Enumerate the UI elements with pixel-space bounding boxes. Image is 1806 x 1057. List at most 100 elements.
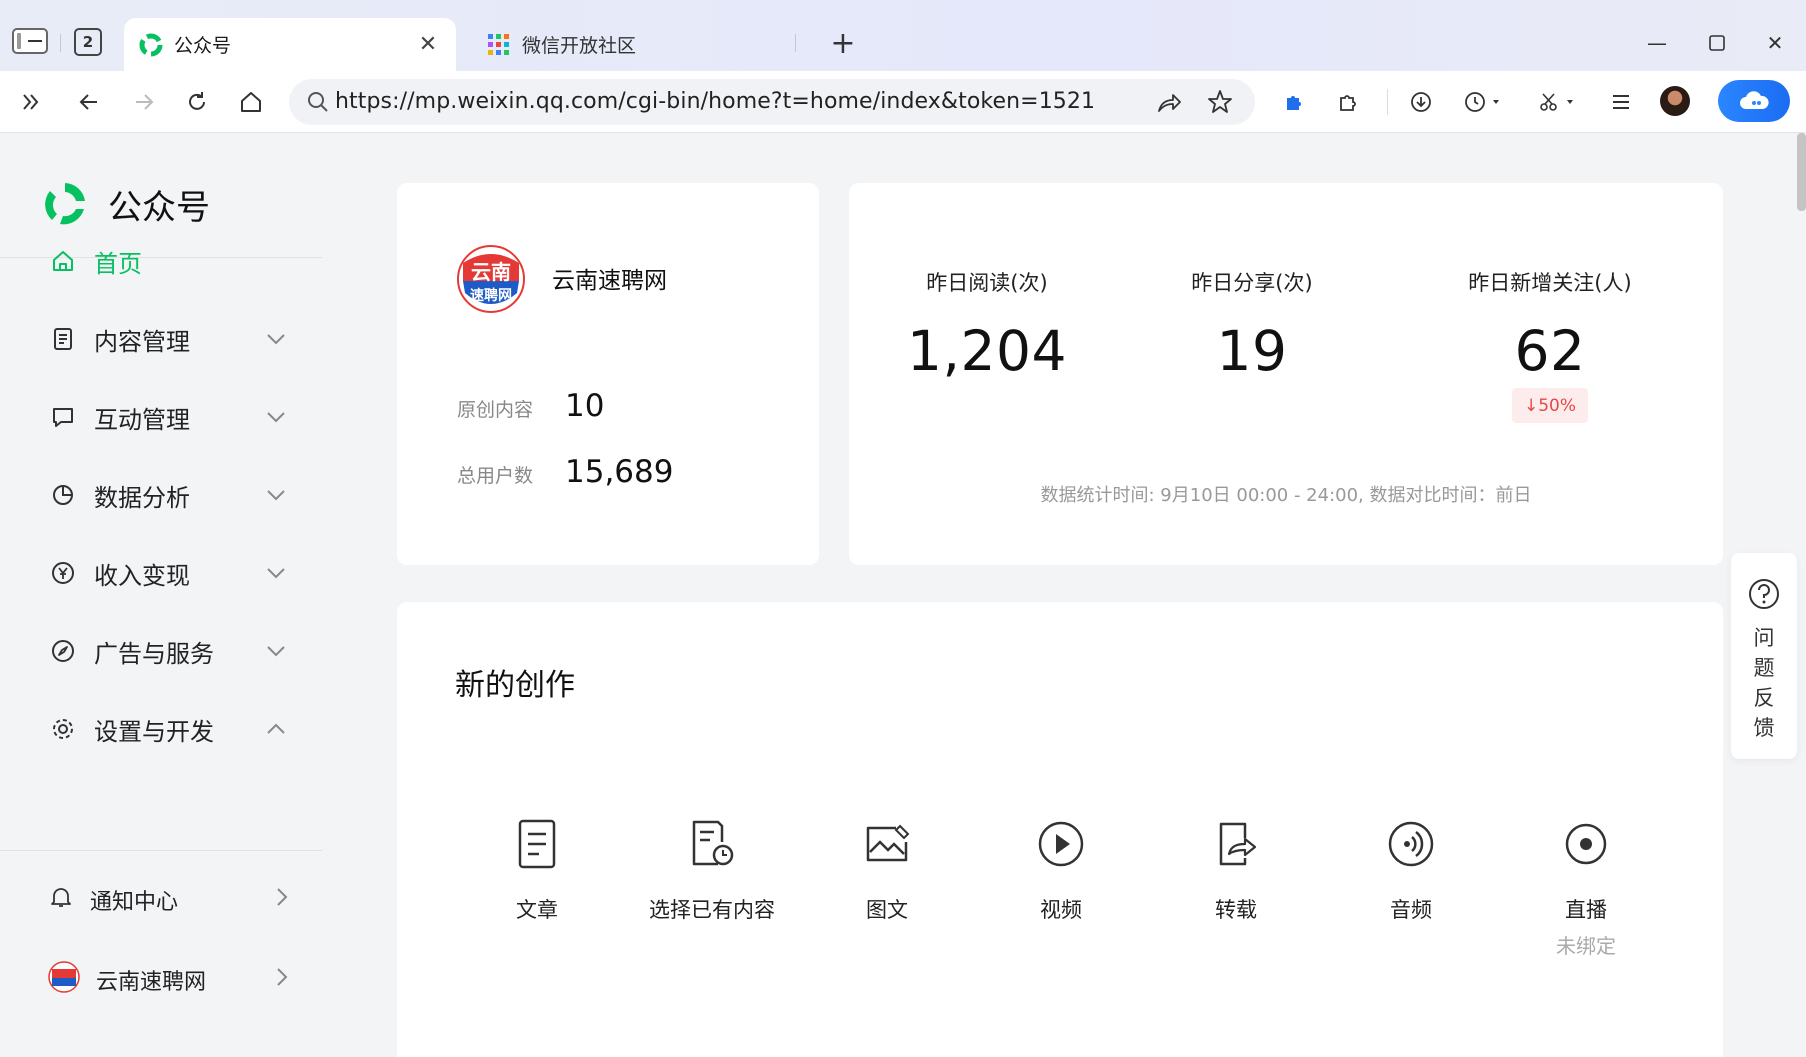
stat-yesterday-reads[interactable]: 昨日阅读(次) 1,204 [867,267,1107,383]
close-window-icon[interactable]: ✕ [1758,26,1792,60]
tab-title: 公众号 [174,35,232,57]
sidebar-item-label: 数据分析 [94,483,190,512]
sidebar-item-label: 设置与开发 [94,717,214,746]
original-content-label: 原创内容 [457,399,534,421]
account-card: 云南 速聘网 云南速聘网 原创内容 10 总用户数 15,689 [397,183,819,565]
address-bar[interactable]: https://mp.weixin.qq.com/cgi-bin/home?t=… [289,79,1255,125]
user-avatar[interactable] [1660,86,1690,116]
play-circle-icon [1031,814,1091,874]
wechat-mp-favicon-icon [138,32,164,58]
sidebar-item-home[interactable]: 首页 [48,239,288,283]
logo-text-top: 云南 [471,260,511,284]
pie-chart-icon [48,480,78,510]
new-tab-plus-icon[interactable]: + [826,26,860,61]
tab-count-label: 2 [82,33,94,51]
extensions-icon[interactable] [1330,83,1368,121]
scissors-screenshot-icon[interactable] [1532,83,1582,121]
stat-value: 1,204 [907,319,1067,383]
create-article-button[interactable]: 文章 [452,814,622,924]
share-icon[interactable] [1149,83,1187,125]
back-arrow-icon[interactable] [70,83,108,121]
sidebar-item-data-analysis[interactable]: 数据分析 [48,473,288,517]
cloud-icon [1740,91,1769,109]
original-content-value[interactable]: 10 [565,388,604,424]
maximize-icon[interactable] [1700,26,1734,60]
stat-yesterday-new-followers[interactable]: 昨日新增关注(人) 62 [1430,267,1670,383]
chevron-up-icon [264,717,288,741]
chevron-right-icon [276,887,288,913]
chevron-down-icon [264,483,288,507]
chevron-right-icon [276,967,288,993]
sidebar-toggle-icon[interactable] [12,28,48,54]
create-existing-content-button[interactable]: 选择已有内容 [627,814,797,924]
cloud-sync-button[interactable] [1718,80,1790,122]
stats-card: 昨日阅读(次) 1,204 昨日分享(次) 19 昨日新增关注(人) 62 ↓5… [849,183,1723,565]
create-repost-button[interactable]: 转载 [1151,814,1321,924]
extension-puzzle-active-icon[interactable] [1276,83,1314,121]
stat-yesterday-shares[interactable]: 昨日分享(次) 19 [1132,267,1372,383]
page-scrollbar[interactable] [1797,133,1806,211]
sidebar-item-notifications[interactable]: 通知中心 [48,878,288,922]
sidebar-item-label: 通知中心 [90,890,179,915]
sidebar-item-settings-dev[interactable]: 设置与开发 [48,707,288,751]
account-name[interactable]: 云南速聘网 [552,261,667,295]
tab-weixin-open-community[interactable]: 微信开放社区 [472,18,792,71]
forward-arrow-icon[interactable] [125,83,163,121]
sidebar-item-ads-services[interactable]: 广告与服务 [48,629,288,673]
menu-hamburger-icon[interactable] [1602,83,1640,121]
document-icon [48,324,78,354]
sidebar-item-label: 云南速聘网 [96,970,207,995]
tab-gongzhonghao[interactable]: 公众号 ✕ [124,18,456,71]
open-community-favicon-icon [486,32,512,58]
home-icon [48,246,78,276]
total-users-row: 总用户数 15,689 [457,454,673,490]
create-video-button[interactable]: 视频 [976,814,1146,924]
tab-count-button[interactable]: 2 [74,28,102,56]
tab-title: 微信开放社区 [522,35,637,57]
home-page-icon[interactable] [232,83,270,121]
create-item-label: 图文 [866,898,908,922]
feedback-char: 题 [1753,656,1775,680]
image-text-icon [857,814,917,874]
sidebar-item-account[interactable]: 云南速聘网 [48,958,288,1002]
download-icon[interactable] [1402,83,1440,121]
brand[interactable]: 公众号 [40,179,210,229]
url-text[interactable]: https://mp.weixin.qq.com/cgi-bin/home?t=… [335,79,1095,125]
account-logo[interactable]: 云南 速聘网 [457,245,525,313]
minimize-icon[interactable]: — [1640,26,1674,60]
tab-close-icon[interactable]: ✕ [414,31,442,59]
tab-separator [795,34,796,52]
double-chevron-right-icon[interactable] [12,83,50,121]
existing-content-icon [682,814,742,874]
chevron-down-icon [264,639,288,663]
feedback-button[interactable]: 问 题 反 馈 [1731,553,1797,759]
tab-separator [60,34,61,52]
stat-label: 昨日分享(次) [1191,271,1313,295]
total-users-value[interactable]: 15,689 [565,454,673,490]
create-live-button[interactable]: 直播 未绑定 [1501,814,1671,959]
chat-bubble-icon [48,402,78,432]
search-icon [299,83,337,125]
total-users-label: 总用户数 [457,465,534,487]
sidebar-item-monetization[interactable]: 收入变现 [48,551,288,595]
create-item-status: 未绑定 [1556,934,1616,958]
reload-icon[interactable] [178,83,216,121]
gear-icon [48,714,78,744]
account-avatar [48,961,80,999]
sidebar-item-interaction[interactable]: 互动管理 [48,395,288,439]
article-icon [507,814,567,874]
brand-name: 公众号 [108,187,210,228]
sidebar-item-label: 广告与服务 [94,639,214,668]
sidebar-item-content[interactable]: 内容管理 [48,317,288,361]
create-audio-button[interactable]: 音频 [1326,814,1496,924]
history-icon[interactable] [1458,83,1508,121]
create-image-text-button[interactable]: 图文 [802,814,972,924]
section-title: 新的创作 [455,668,575,703]
sidebar-item-label: 收入变现 [94,561,190,590]
create-item-label: 转载 [1215,898,1257,922]
change-badge: ↓50% [1512,388,1588,423]
question-circle-icon [1747,577,1781,611]
bookmark-star-icon[interactable] [1201,83,1239,125]
sidebar-item-label: 内容管理 [94,327,190,356]
feedback-char: 问 [1753,626,1775,650]
